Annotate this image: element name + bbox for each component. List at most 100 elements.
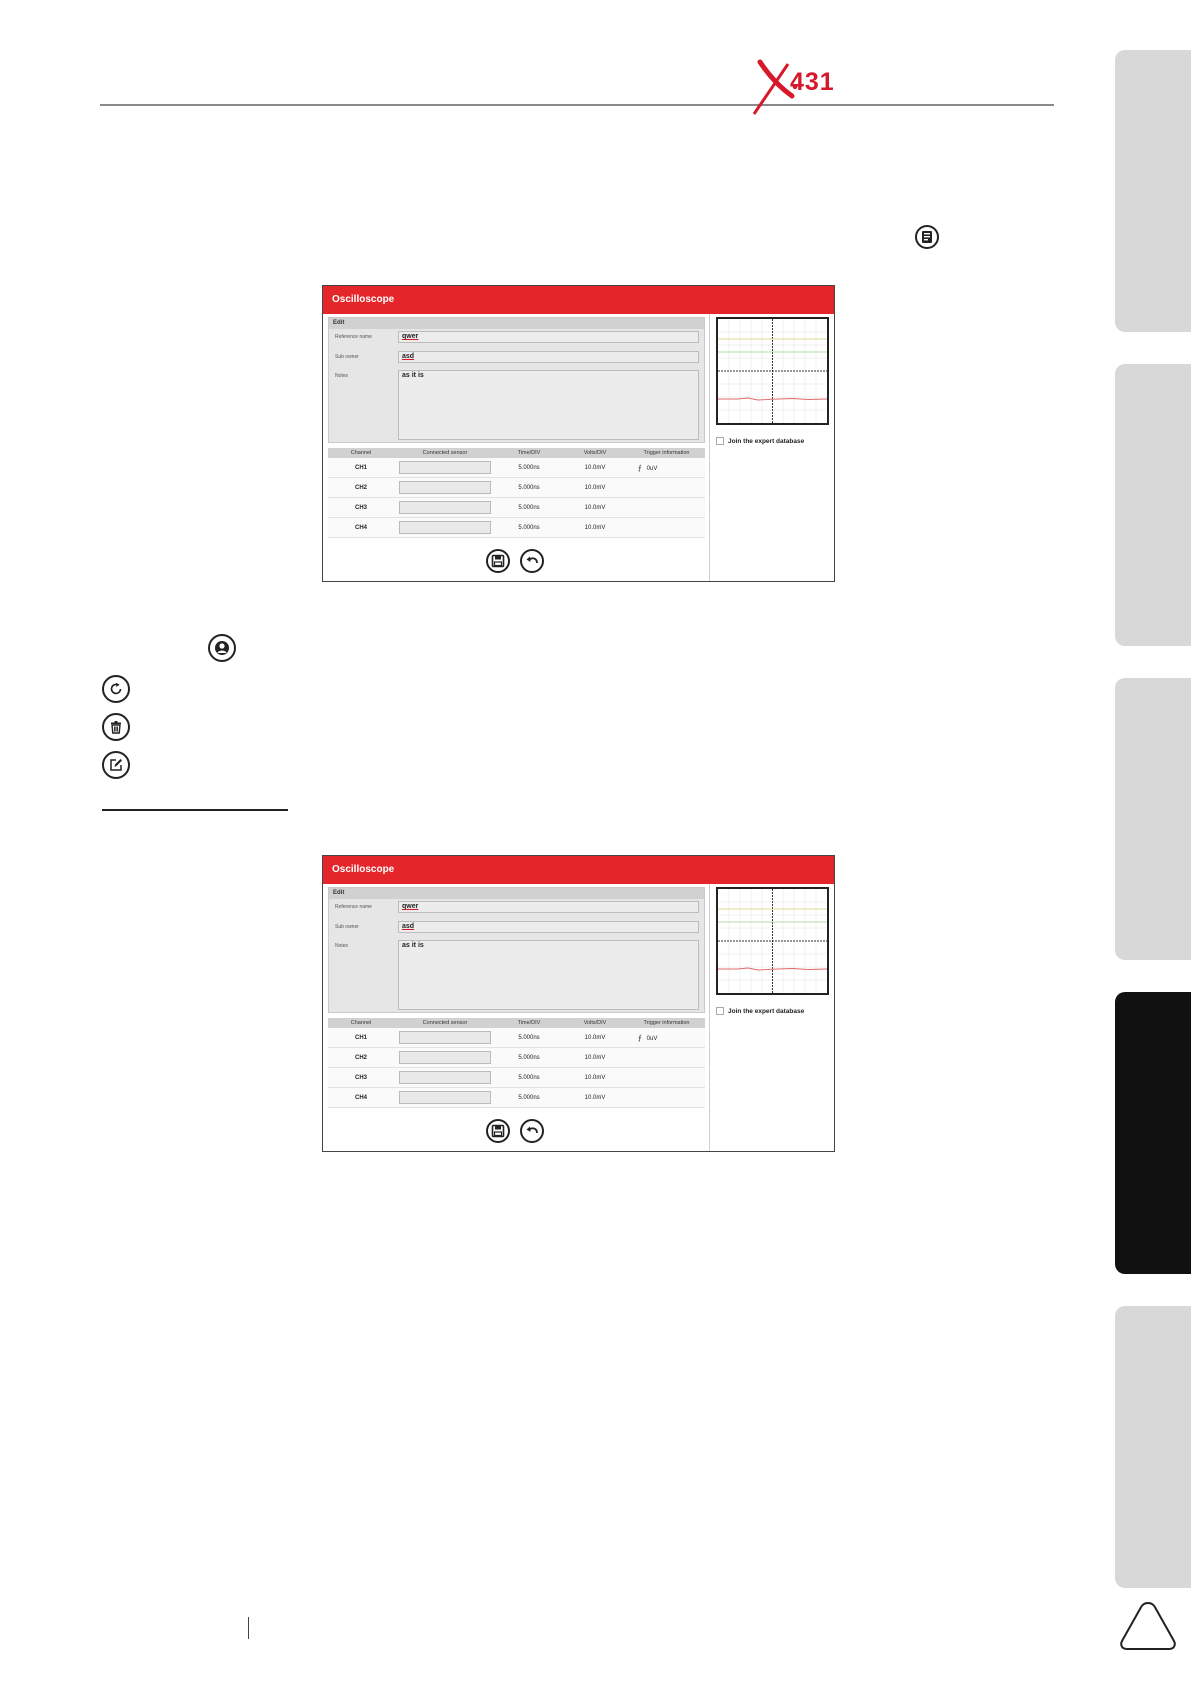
panel-divider — [709, 884, 710, 1151]
trigger-cell: 0uV — [646, 1035, 658, 1042]
time-div-cell: 5.000ns — [496, 1047, 562, 1068]
expert-database-label: Join the expert database — [728, 1007, 805, 1015]
time-div-cell: 5.000ns — [496, 458, 562, 478]
screen-title: Oscilloscope — [323, 856, 834, 884]
table-header: Trigger information — [628, 1018, 705, 1028]
volts-div-cell: 10.0mV — [562, 1047, 628, 1068]
time-div-cell: 5.000ns — [496, 1028, 562, 1048]
notes-label: Notes — [335, 943, 349, 949]
channel-cell: CH1 — [328, 458, 394, 478]
expert-database-row[interactable]: Join the expert database — [716, 437, 804, 445]
volts-div-cell: 10.0mV — [562, 1067, 628, 1088]
back-button[interactable] — [520, 1119, 544, 1143]
volts-div-cell: 10.0mV — [562, 458, 628, 478]
time-div-cell: 5.000ns — [496, 497, 562, 518]
trigger-cell — [628, 497, 705, 518]
waveform-preview — [716, 317, 829, 425]
volts-div-cell: 10.0mV — [562, 1028, 628, 1048]
trash-icon — [102, 713, 130, 741]
header-rule — [100, 104, 1054, 106]
expert-database-label: Join the expert database — [728, 437, 805, 445]
connected-sensor-field[interactable] — [399, 501, 491, 514]
reference-name-field[interactable]: qwer — [398, 901, 699, 913]
table-row: CH2 5.000ns 10.0mV — [328, 477, 705, 498]
notes-field[interactable]: as it is — [398, 370, 699, 440]
volts-div-cell: 10.0mV — [562, 497, 628, 518]
trigger-edge-icon: ⨍ — [638, 1034, 642, 1042]
table-header: Connected sensor — [394, 1018, 496, 1028]
save-icon — [491, 554, 505, 568]
time-div-cell: 5.000ns — [496, 477, 562, 498]
table-header: Volts/DIV — [562, 448, 628, 458]
connected-sensor-field[interactable] — [399, 1051, 491, 1064]
notes-label: Notes — [335, 373, 349, 379]
channel-cell: CH3 — [328, 1067, 394, 1088]
channel-cell: CH1 — [328, 1028, 394, 1048]
edit-title: Edit — [329, 888, 704, 899]
table-header: Trigger information — [628, 448, 705, 458]
sub-owner-field[interactable]: asd — [398, 921, 699, 933]
expert-database-checkbox[interactable] — [716, 1007, 724, 1015]
connected-sensor-field[interactable] — [399, 521, 491, 534]
connected-sensor-field[interactable] — [399, 1071, 491, 1084]
trigger-cell — [628, 1067, 705, 1088]
edit-panel: Edit Reference name qwer Sub owner asd N… — [328, 887, 705, 1013]
back-button[interactable] — [520, 549, 544, 573]
side-tab-5[interactable] — [1115, 1306, 1191, 1588]
table-header: Channel — [328, 1018, 394, 1028]
expert-database-row[interactable]: Join the expert database — [716, 1007, 804, 1015]
volts-div-cell: 10.0mV — [562, 517, 628, 538]
channel-table: Channel Connected sensor Time/DIV Volts/… — [328, 1018, 705, 1108]
table-header: Volts/DIV — [562, 1018, 628, 1028]
notes-field[interactable]: as it is — [398, 940, 699, 1010]
side-tab-4-active[interactable] — [1115, 992, 1191, 1274]
table-row: CH4 5.000ns 10.0mV — [328, 517, 705, 538]
table-header: Channel — [328, 448, 394, 458]
volts-div-cell: 10.0mV — [562, 477, 628, 498]
footer-separator — [248, 1617, 249, 1639]
table-header: Connected sensor — [394, 448, 496, 458]
table-row: CH1 5.000ns 10.0mV ⨍ 0uV — [328, 1028, 705, 1048]
table-row: CH2 5.000ns 10.0mV — [328, 1047, 705, 1068]
sub-owner-field[interactable]: asd — [398, 351, 699, 363]
trigger-cell — [628, 517, 705, 538]
oscilloscope-screen-1: Oscilloscope Edit Reference name qwer Su… — [322, 285, 835, 582]
table-header: Time/DIV — [496, 1018, 562, 1028]
user-icon — [208, 634, 236, 662]
save-button[interactable] — [486, 1119, 510, 1143]
connected-sensor-field[interactable] — [399, 1031, 491, 1044]
channel-cell: CH2 — [328, 1047, 394, 1068]
reference-name-label: Reference name — [335, 904, 372, 910]
connected-sensor-field[interactable] — [399, 461, 491, 474]
refresh-icon — [102, 675, 130, 703]
trigger-cell — [628, 477, 705, 498]
undo-icon — [526, 556, 538, 564]
side-tab-1[interactable] — [1115, 50, 1191, 332]
channel-cell: CH4 — [328, 1087, 394, 1108]
channel-cell: CH3 — [328, 497, 394, 518]
reference-name-field[interactable]: qwer — [398, 331, 699, 343]
notes-icon — [914, 224, 940, 250]
trigger-edge-icon: ⨍ — [638, 464, 642, 472]
oscilloscope-screen-2: Oscilloscope Edit Reference name qwer Su… — [322, 855, 835, 1152]
edit-title: Edit — [329, 318, 704, 329]
sub-owner-label: Sub owner — [335, 924, 359, 930]
side-tab-2[interactable] — [1115, 364, 1191, 646]
undo-icon — [526, 1126, 538, 1134]
side-tab-3[interactable] — [1115, 678, 1191, 960]
expert-database-checkbox[interactable] — [716, 437, 724, 445]
channel-cell: CH4 — [328, 517, 394, 538]
save-button[interactable] — [486, 549, 510, 573]
table-row: CH4 5.000ns 10.0mV — [328, 1087, 705, 1108]
panel-divider — [709, 314, 710, 581]
time-div-cell: 5.000ns — [496, 1087, 562, 1108]
section-heading-rule — [102, 809, 288, 811]
trigger-cell — [628, 1047, 705, 1068]
time-div-cell: 5.000ns — [496, 517, 562, 538]
connected-sensor-field[interactable] — [399, 481, 491, 494]
connected-sensor-field[interactable] — [399, 1091, 491, 1104]
logo-text: 431 — [790, 68, 835, 96]
waveform-preview — [716, 887, 829, 995]
save-icon — [491, 1124, 505, 1138]
triangle-mark — [1116, 1597, 1180, 1658]
